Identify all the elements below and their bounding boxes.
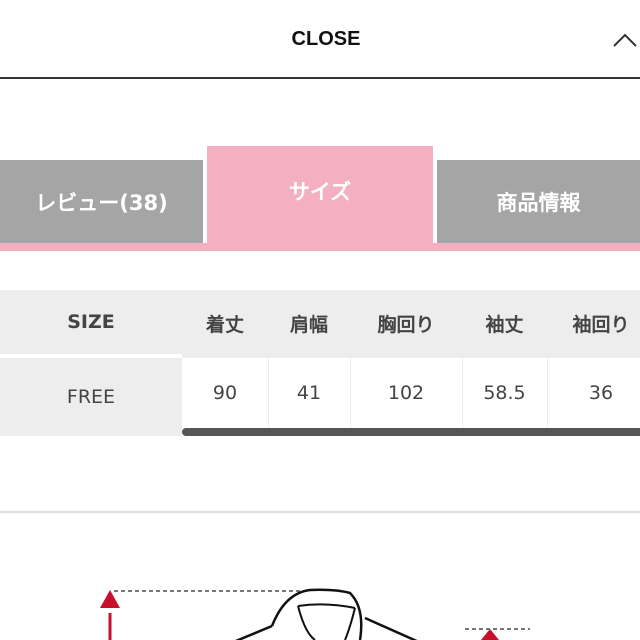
close-button[interactable]: CLOSE	[0, 28, 640, 51]
header-cell: 肩幅	[289, 313, 328, 336]
value-cell: 102	[387, 382, 425, 404]
tab-review[interactable]: レビュー(38)	[0, 160, 203, 243]
tab-label: レビュー(38)	[35, 190, 168, 215]
size-cell: FREE	[0, 358, 182, 436]
tab-size[interactable]: サイズ	[207, 146, 433, 246]
value-cell: 58.5	[483, 382, 526, 404]
arrow-up-icon	[100, 590, 120, 608]
header-cell: 袖丈	[485, 313, 524, 336]
tab-product-info[interactable]: 商品情報	[437, 160, 640, 243]
value-cell: 41	[296, 382, 322, 404]
horizontal-scrollbar[interactable]	[182, 428, 640, 436]
header-cell: 袖回り	[572, 313, 630, 336]
chevron-up-icon[interactable]	[612, 30, 638, 50]
header-cell: SIZE	[0, 290, 182, 356]
header-cell: 着丈	[205, 313, 244, 336]
arrow-up-icon	[481, 629, 499, 640]
header: CLOSE	[0, 0, 640, 79]
tab-label: サイズ	[288, 180, 352, 204]
value-cell: 36	[588, 382, 614, 404]
tab-label: 商品情報	[496, 190, 581, 215]
garment-measurement-illustration	[100, 588, 530, 640]
tab-underline	[0, 243, 640, 251]
value-cell: 90	[212, 382, 238, 404]
header-cell: 胸回り	[377, 313, 435, 336]
